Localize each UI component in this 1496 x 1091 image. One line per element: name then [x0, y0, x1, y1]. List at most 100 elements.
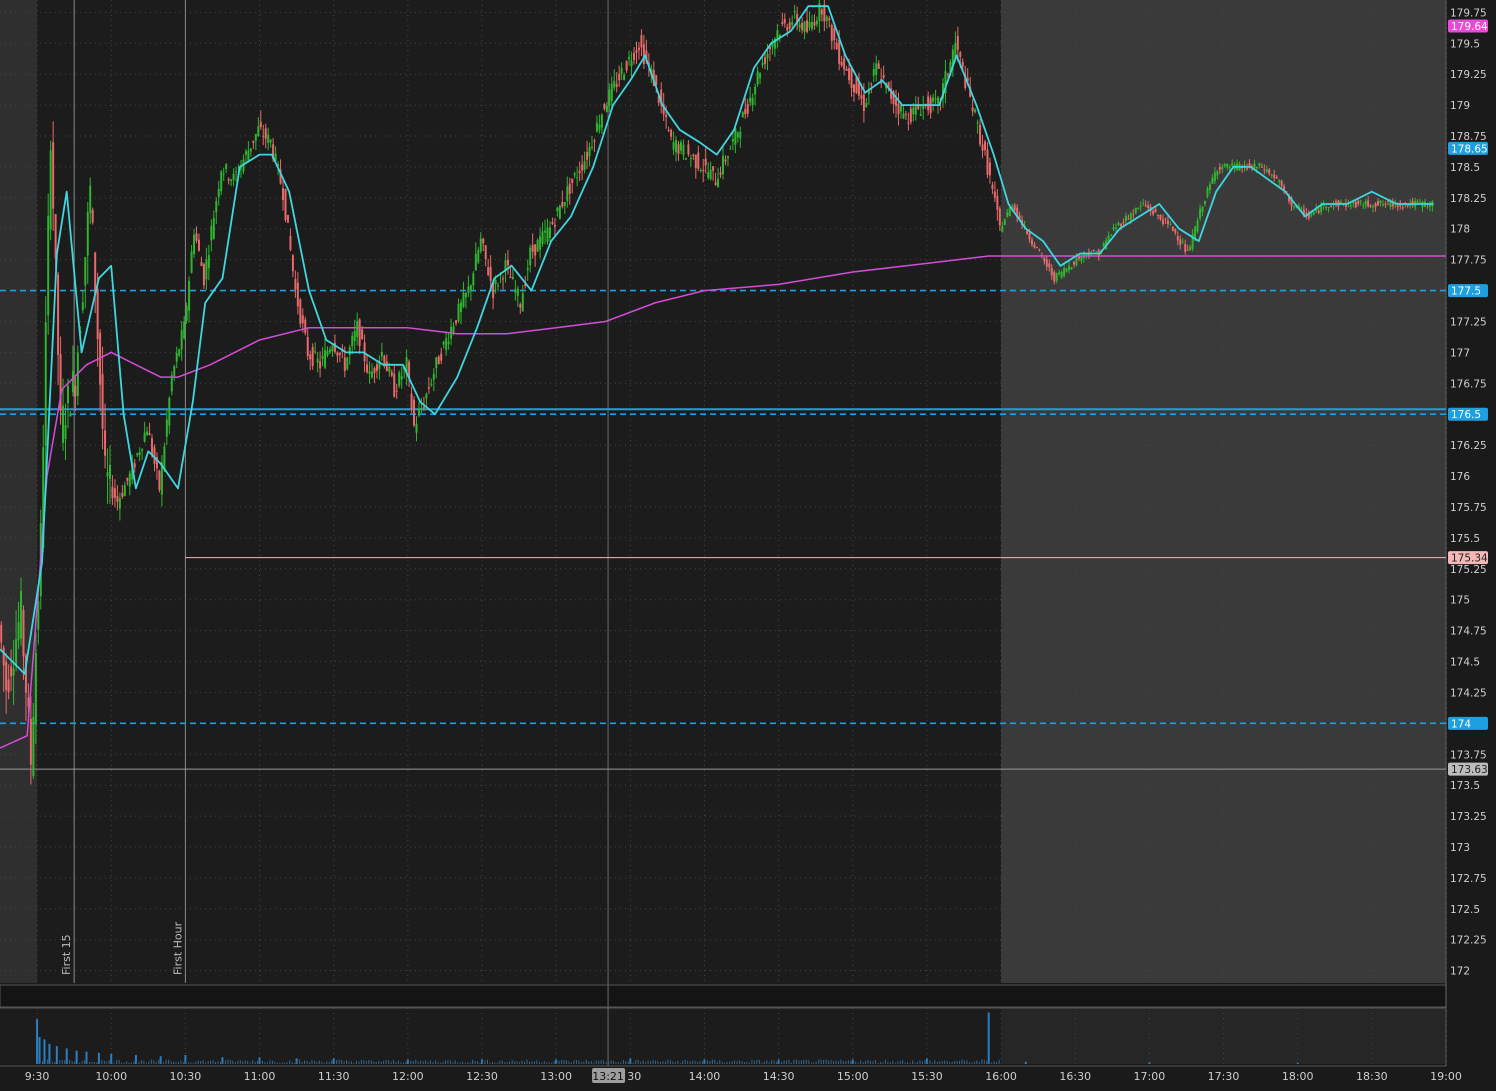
candle-body [91, 209, 94, 223]
candle-body [32, 716, 35, 777]
volume-bar [395, 1061, 397, 1064]
candle-body [694, 154, 697, 168]
volume-bar [642, 1060, 644, 1064]
candle-body [190, 251, 193, 273]
candle-body [1335, 201, 1338, 203]
volume-bar [435, 1060, 437, 1064]
y-tick-label: 173 [1450, 842, 1470, 854]
candle-body [101, 374, 104, 429]
candle-body [1033, 244, 1036, 248]
candle-body [699, 170, 702, 172]
candle-body [764, 57, 767, 64]
volume-bar [731, 1061, 733, 1064]
price-chart[interactable]: 21 179.75179.5179.25179178.75178.5178.25… [0, 0, 1496, 1087]
volume-bar [158, 1059, 160, 1064]
y-tick-label: 176.75 [1450, 378, 1487, 390]
candle-body [52, 142, 55, 209]
candle-body [66, 385, 69, 404]
candle-body [783, 19, 786, 24]
candle-body [29, 718, 32, 765]
candle-body [823, 4, 826, 22]
volume-bar [425, 1060, 427, 1064]
volume-bar [877, 1062, 879, 1064]
candle-body [529, 247, 532, 266]
candle-body [618, 74, 621, 81]
candle-body [791, 22, 794, 25]
volume-bar [882, 1062, 884, 1064]
candle-body [57, 274, 60, 355]
candle-body [1176, 236, 1179, 241]
candle-body [232, 173, 235, 181]
candle-body [148, 433, 151, 435]
candle-body [328, 349, 331, 353]
candle-body [118, 498, 121, 509]
volume-bar [358, 1061, 360, 1064]
volume-bar [855, 1061, 857, 1064]
volume-bar [311, 1059, 313, 1064]
candle-body [1117, 222, 1120, 226]
candle-body [633, 52, 636, 61]
candle-body [625, 61, 628, 71]
volume-bar [828, 1060, 830, 1064]
candle-body [385, 361, 388, 372]
volume-bar [219, 1061, 221, 1064]
candle-body [902, 113, 905, 119]
candle-body [1280, 180, 1283, 187]
candle-body [853, 84, 856, 93]
candle-body [410, 393, 413, 409]
volume-bar [647, 1060, 649, 1064]
candle-body [432, 373, 435, 380]
volume-bar [432, 1062, 434, 1064]
candle-body [440, 353, 443, 361]
volume-bar [449, 1060, 451, 1064]
volume-bar [482, 1060, 483, 1064]
candle-body [781, 22, 784, 24]
volume-bar [514, 1061, 516, 1064]
candle-body [286, 214, 289, 223]
candle-body [1030, 239, 1033, 245]
candle-body [637, 47, 640, 51]
volume-bar [657, 1060, 659, 1064]
volume-bar [254, 1061, 256, 1064]
candle-body [729, 148, 732, 150]
candle-body [435, 357, 438, 369]
candle-body [96, 289, 99, 340]
candle-body [828, 18, 831, 21]
volume-bar [296, 1059, 298, 1064]
candle-body [1218, 167, 1221, 170]
volume-bar [187, 1062, 189, 1064]
chart-canvas[interactable]: 21 179.75179.5179.25179178.75178.5178.25… [0, 0, 1496, 1087]
volume-bar [128, 1062, 130, 1064]
candle-body [5, 661, 8, 691]
candle-body [561, 202, 564, 207]
candle-body [1139, 205, 1142, 207]
candle-body [1367, 200, 1370, 207]
volume-bar [729, 1061, 731, 1064]
volume-bar [304, 1060, 306, 1064]
volume-bar [397, 1060, 399, 1064]
candle-body [262, 135, 265, 137]
volume-bar [684, 1059, 686, 1064]
candle-body [895, 98, 898, 107]
candle-body [932, 97, 935, 103]
candle-body [689, 158, 692, 160]
volume-bar [924, 1060, 926, 1064]
y-tick-label: 174.75 [1450, 626, 1487, 638]
volume-bar [516, 1061, 518, 1064]
volume-bar [857, 1062, 859, 1064]
volume-bar [617, 1062, 619, 1064]
volume-bar [170, 1061, 172, 1064]
candle-body [531, 244, 534, 252]
volume-bar [447, 1060, 449, 1064]
candle-body [1068, 265, 1071, 271]
volume-bar [88, 1062, 90, 1064]
volume-bar [506, 1062, 508, 1064]
candle-body [479, 238, 482, 252]
candle-body [1216, 170, 1219, 176]
volume-bar [771, 1060, 773, 1064]
candle-body [979, 124, 982, 145]
volume-bar [674, 1061, 676, 1064]
volume-bar [978, 1061, 980, 1064]
candle-body [380, 352, 383, 357]
price-badge-label: 173.63 [1451, 764, 1488, 776]
